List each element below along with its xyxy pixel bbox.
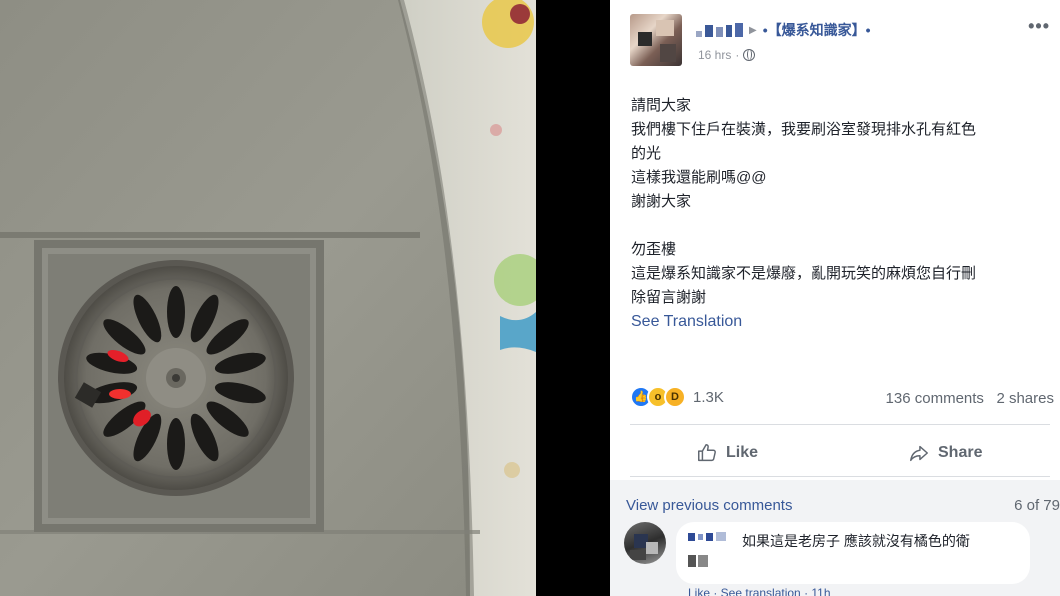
group-name-link[interactable]: •【爆系知識家】• xyxy=(763,20,871,40)
like-button-label: Like xyxy=(726,444,759,461)
lightbox-divider xyxy=(536,0,610,596)
reaction-count: 1.3K xyxy=(693,388,724,406)
post-header: ▶ •【爆系知識家】• xyxy=(696,20,871,40)
post-body-line: 這是爆系知識家不是爆廢，亂開玩笑的麻煩您自行刪 xyxy=(631,265,977,282)
meta-separator: · xyxy=(735,48,740,62)
comment-text: 如果這是老房子 應該就沒有橘色的衛 xyxy=(742,533,970,549)
like-button[interactable]: Like xyxy=(696,438,758,468)
share-button-label: Share xyxy=(938,444,983,461)
shares-count-link[interactable]: 2 shares xyxy=(996,390,1054,407)
commenter-name-redacted[interactable] xyxy=(688,532,726,541)
post-body-line: 勿歪樓 xyxy=(631,241,677,258)
commenter-avatar[interactable] xyxy=(624,522,666,564)
comment-text-redacted xyxy=(688,555,708,567)
thumbs-up-icon xyxy=(698,444,716,462)
drain-slot xyxy=(167,418,185,470)
post-body-line: 的光 xyxy=(631,145,662,162)
post-body-line: 謝謝大家 xyxy=(631,193,692,210)
post-panel: ▶ •【爆系知識家】• 16 hrs · ••• 請問大家 我們樓下住戶在裝潢，… xyxy=(610,0,1060,596)
post-timestamp[interactable]: 16 hrs xyxy=(698,48,731,62)
drain-slot xyxy=(167,286,185,338)
more-options-button[interactable]: ••• xyxy=(1028,16,1050,37)
post-body-line: 我們樓下住戶在裝潢，我要刷浴室發現排水孔有紅色 xyxy=(631,121,977,138)
reactions-summary[interactable]: 👍 o D 1.3K xyxy=(630,386,724,408)
haha-reaction-icon: D xyxy=(664,386,686,408)
divider xyxy=(630,476,1050,477)
post-body-line: 這樣我還能刷嗎@@ xyxy=(631,169,767,186)
poster-name-redacted[interactable] xyxy=(696,23,743,37)
view-previous-comments-link[interactable]: View previous comments xyxy=(626,497,792,514)
comment-footer-actions[interactable]: Like · See translation · 11h xyxy=(688,586,831,596)
see-translation-link[interactable]: See Translation xyxy=(631,310,1051,334)
post-body: 請問大家 我們樓下住戶在裝潢，我要刷浴室發現排水孔有紅色 的光 這樣我還能刷嗎@… xyxy=(631,94,1051,334)
comments-count-link[interactable]: 136 comments xyxy=(886,390,984,407)
share-button[interactable]: Share xyxy=(908,438,982,468)
post-body-line: 除留言謝謝 xyxy=(631,289,707,306)
globe-icon xyxy=(743,49,756,61)
caret-right-icon: ▶ xyxy=(749,24,757,36)
drain-photo-image xyxy=(0,0,536,596)
post-photo[interactable] xyxy=(0,0,536,596)
share-arrow-icon xyxy=(910,445,928,462)
comments-pager: 6 of 79 xyxy=(1014,497,1060,514)
post-body-line xyxy=(631,214,1051,238)
divider xyxy=(630,424,1050,425)
post-body-line: 請問大家 xyxy=(631,97,692,114)
engagement-stats: 136 comments 2 shares xyxy=(886,390,1054,407)
poster-avatar[interactable] xyxy=(630,14,682,66)
post-meta: 16 hrs · xyxy=(698,48,756,62)
comment-bubble: 如果這是老房子 應該就沒有橘色的衛 xyxy=(676,522,1030,584)
